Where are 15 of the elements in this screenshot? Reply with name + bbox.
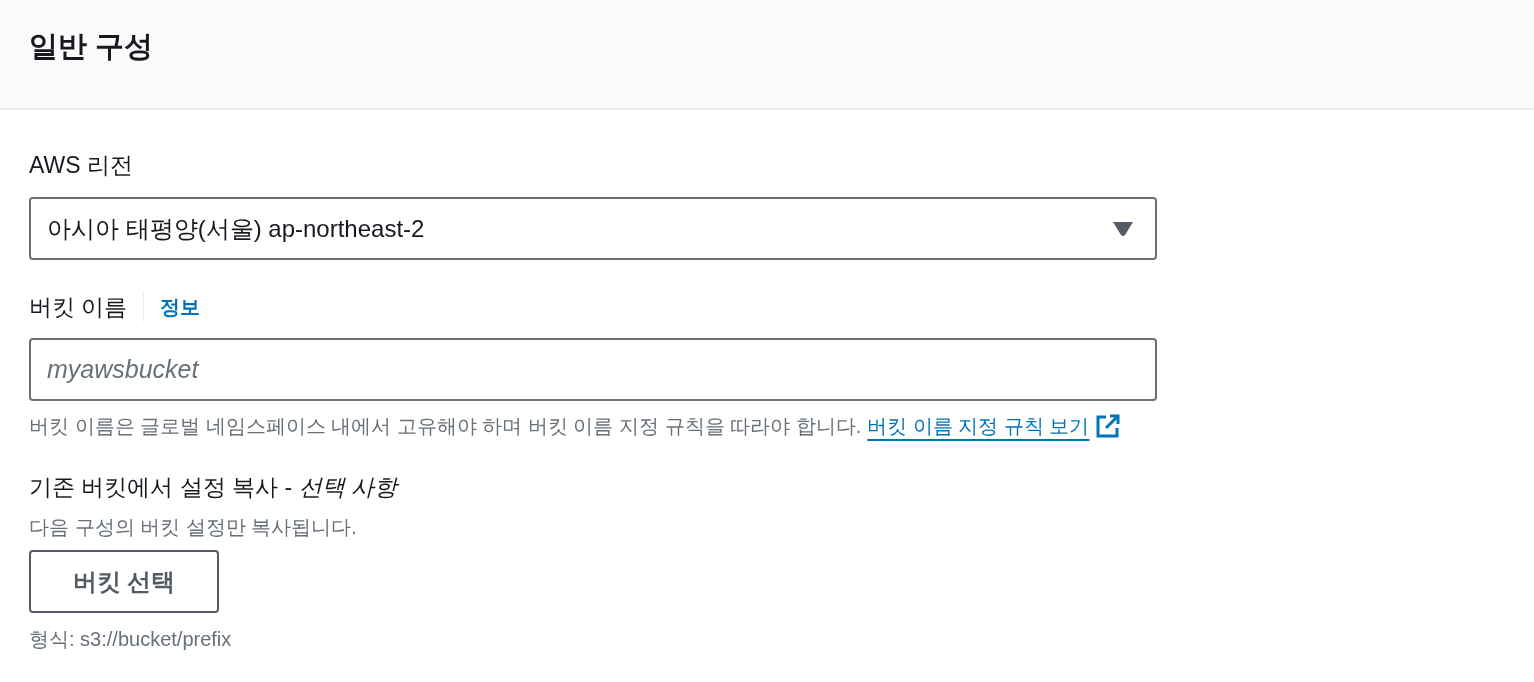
caret-icon — [1113, 221, 1133, 236]
field-label: 버킷 이름 — [29, 293, 128, 322]
panel-title: 일반 구성 — [29, 29, 154, 64]
choose-bucket-button[interactable]: 버킷 선택 — [29, 550, 219, 613]
select-value: 아시아 태평양(서울) ap-northeast-2 — [47, 213, 425, 244]
info-link[interactable]: 정보 — [160, 293, 201, 321]
region-select[interactable]: 아시아 태평양(서울) ap-northeast-2 — [29, 197, 1157, 260]
field-hint: 버킷 이름은 글로벌 네임스페이스 내에서 고유해야 하며 버킷 이름 지정 규칙을 따라야 합니다. — [29, 414, 862, 439]
field-label: AWS 리전 — [29, 151, 133, 180]
external-link-icon[interactable] — [1095, 413, 1121, 439]
field-hint: 형식: s3://bucket/prefix — [29, 627, 232, 652]
naming-rules-link[interactable]: 버킷 이름 지정 규칙 보기 — [867, 413, 1090, 439]
input-field[interactable]: myawsbucket — [29, 338, 1157, 401]
field-description: 다음 구성의 버킷 설정만 복사됩니다. — [29, 515, 357, 540]
field-label: 기존 버킷에서 설정 복사 - 선택 사항 — [29, 473, 397, 502]
